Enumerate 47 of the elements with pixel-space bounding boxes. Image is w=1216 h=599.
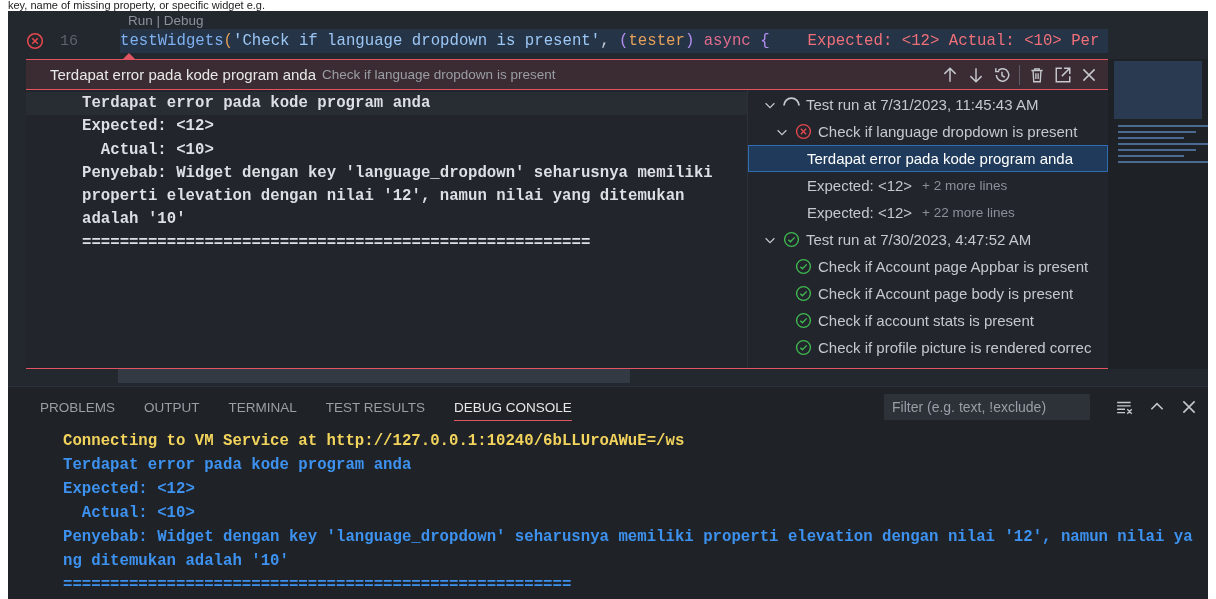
- tree-item[interactable]: Check if account stats is present: [748, 307, 1108, 334]
- inline-error-text: Expected: <12> Actual: <10> Per: [769, 29, 1108, 53]
- check-circle-icon: [795, 339, 812, 356]
- close-icon[interactable]: [1180, 398, 1198, 416]
- history-icon[interactable]: [993, 65, 1011, 84]
- panel-tab[interactable]: OUTPUT: [144, 393, 200, 421]
- arrow-down-icon[interactable]: [967, 65, 985, 84]
- open-external-icon[interactable]: [1054, 65, 1072, 84]
- codelens-link[interactable]: Run | Debug: [128, 13, 204, 28]
- check-circle-icon: [783, 231, 800, 248]
- check-circle-icon: [795, 312, 812, 329]
- tree-item[interactable]: Expected: <12> + 22 more lines: [748, 199, 1108, 226]
- check-circle-icon: [795, 285, 812, 302]
- tree-item[interactable]: Test run at 7/30/2023, 4:47:52 AM: [748, 226, 1108, 253]
- panel-tab[interactable]: TEST RESULTS: [325, 393, 426, 421]
- check-circle-icon: [795, 258, 812, 275]
- minimap[interactable]: [1108, 59, 1208, 369]
- console-line: ======================================================: [63, 575, 573, 596]
- filter-field[interactable]: Filter (e.g. text, !exclude): [884, 394, 1090, 420]
- error-icon: [795, 123, 812, 140]
- message-line: Actual: <10>: [99, 139, 215, 161]
- console-line: Terdapat error pada kode program anda: [63, 455, 413, 476]
- message-line: Penyebab: Widget dengan key 'language_dropdown' seharusnya memiliki properti elevation dengan nilai '12', namun nilai yang ditemukan adalah '10': [81, 162, 714, 231]
- console-line: Expected: <12>: [63, 479, 196, 500]
- panel-tab[interactable]: DEBUG CONSOLE: [454, 393, 572, 421]
- scrollbar-thumb[interactable]: [118, 369, 630, 383]
- arrow-up-icon[interactable]: [941, 65, 959, 84]
- peek-title: Terdapat error pada kode program anda: [50, 66, 316, 83]
- message-line: Expected: <12>: [81, 116, 215, 138]
- console-line: Penyebab: Widget dengan key 'language_dropdown' seharusnya memiliki properti elevation dengan nilai '12', namun nilai yang ditemukan adalah '10': [63, 527, 1194, 572]
- tree-item[interactable]: Terdapat error pada kode program anda: [748, 145, 1108, 172]
- message-line: ======================================================: [81, 232, 592, 254]
- panel-tab[interactable]: TERMINAL: [228, 393, 297, 421]
- panel-tab[interactable]: PROBLEMS: [40, 393, 116, 421]
- console-line: Actual: <10>: [80, 503, 196, 524]
- tree-item[interactable]: Check if language dropdown is present: [748, 118, 1108, 145]
- tree-item[interactable]: Check if Account page Appbar is present: [748, 253, 1108, 280]
- document-text: key, name of missing property, or specific widget e.g.: [7, 0, 266, 11]
- tree-item[interactable]: Test run at 7/31/2023, 11:45:43 AM: [748, 91, 1108, 118]
- peek-subtitle: Check if language dropdown is present: [322, 67, 556, 82]
- console-line: Connecting to VM Service at http://127.0.0.1:10240/6bLLUroAWuE=/ws: [63, 431, 686, 452]
- line-number: 16: [60, 32, 78, 50]
- spinner-icon: [783, 97, 800, 106]
- trash-icon[interactable]: [1028, 65, 1046, 84]
- tree-item[interactable]: Expected: <12> + 2 more lines: [748, 172, 1108, 199]
- tree-item[interactable]: Check if Account page body is present: [748, 280, 1108, 307]
- tree-item[interactable]: Check if profile picture is rendered correc: [748, 334, 1108, 361]
